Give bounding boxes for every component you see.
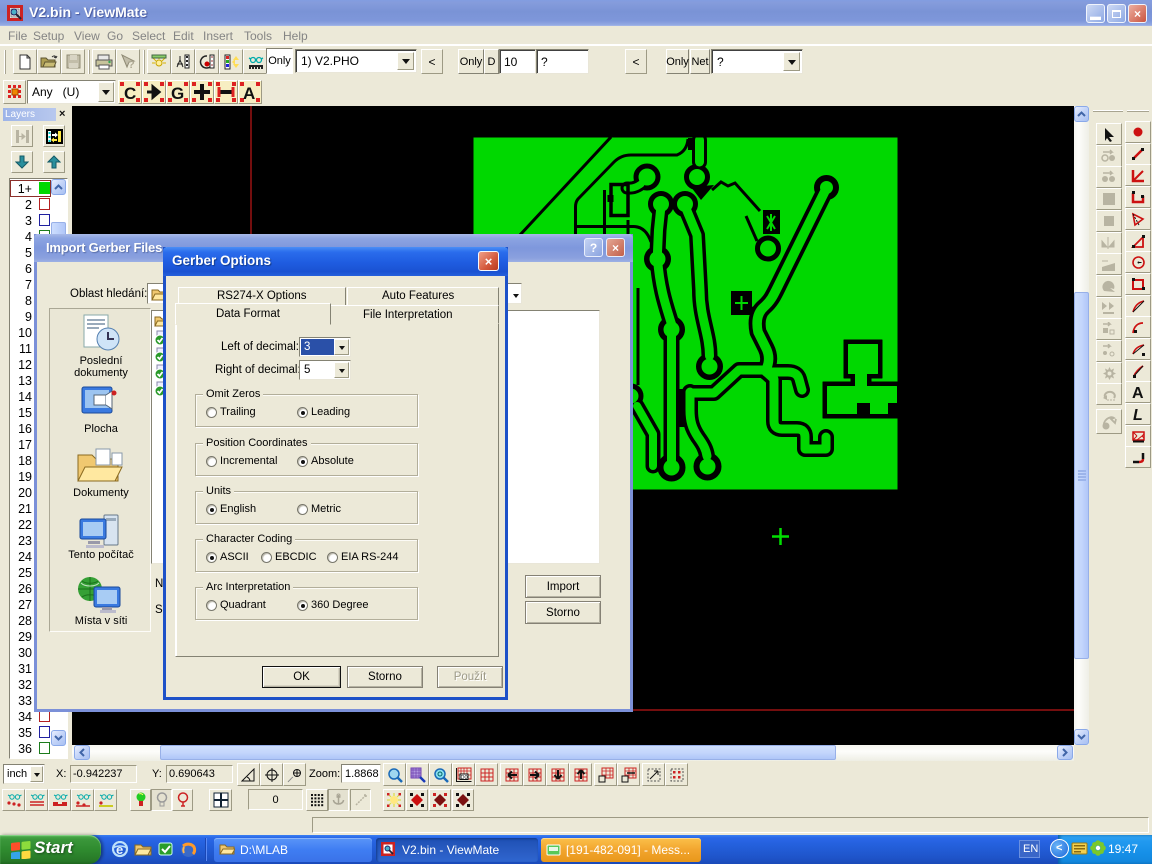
svg-text:A: A	[243, 84, 255, 102]
svg-text:G: G	[171, 84, 184, 102]
svg-text:L: L	[1133, 407, 1143, 422]
svg-text:A: A	[1132, 385, 1144, 400]
svg-text:D0: D0	[461, 775, 468, 781]
svg-text:C: C	[124, 84, 136, 102]
svg-text:?: ?	[128, 59, 135, 70]
svg-text:e: e	[116, 842, 123, 857]
